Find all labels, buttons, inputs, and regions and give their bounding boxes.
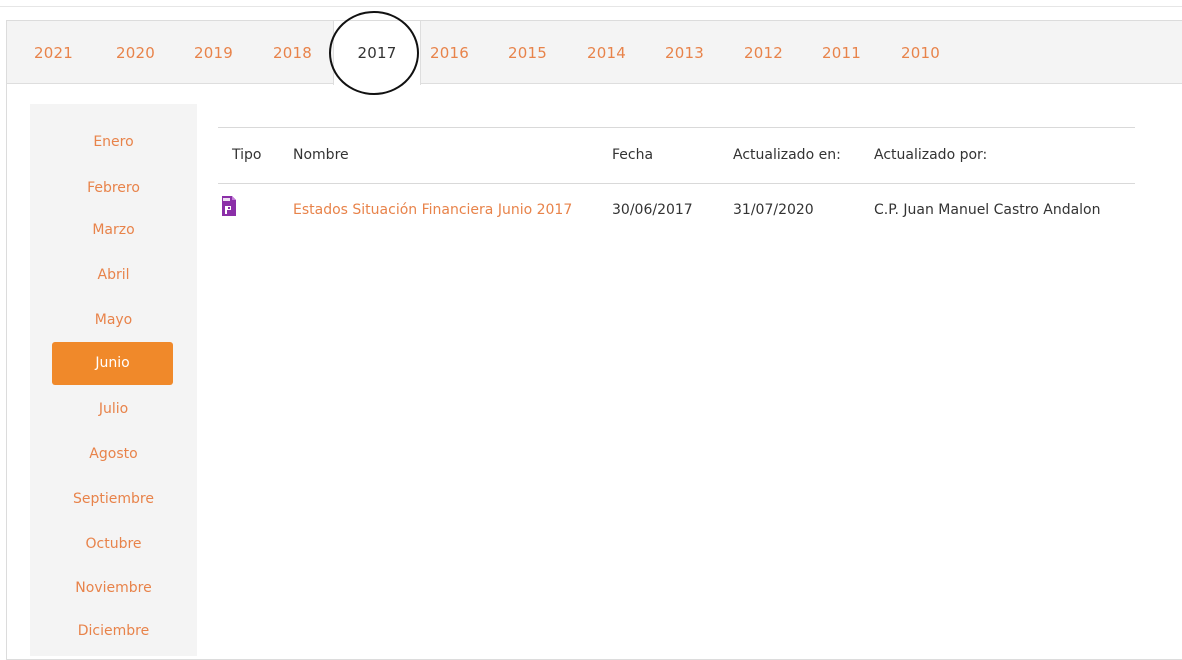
pdf-file-icon[interactable] [221,195,237,217]
tab-2020[interactable]: 2020 [116,44,155,62]
month-noviembre[interactable]: Noviembre [30,580,197,596]
table-top-rule [218,127,1135,128]
month-sidebar: Enero Febrero Marzo Abril Mayo Junio Jul… [30,104,197,656]
tab-2018[interactable]: 2018 [273,44,312,62]
document-updated-by: C.P. Juan Manuel Castro Andalon [874,202,1101,218]
month-junio[interactable]: Junio [52,342,173,385]
header-actualizado-por: Actualizado por: [874,147,988,163]
tab-2011[interactable]: 2011 [822,44,861,62]
tab-2010[interactable]: 2010 [901,44,940,62]
month-diciembre[interactable]: Diciembre [30,623,197,639]
month-marzo[interactable]: Marzo [30,222,197,238]
year-tabbar: 2021 2020 2019 2018 2017 2016 2015 2014 … [7,21,1182,85]
tab-2012[interactable]: 2012 [744,44,783,62]
header-tipo: Tipo [232,147,262,163]
month-mayo[interactable]: Mayo [30,312,197,328]
month-septiembre[interactable]: Septiembre [30,491,197,507]
month-enero[interactable]: Enero [30,134,197,150]
tab-2014[interactable]: 2014 [587,44,626,62]
tab-2016[interactable]: 2016 [430,44,469,62]
month-julio[interactable]: Julio [30,401,197,417]
top-divider [0,0,1182,7]
month-febrero[interactable]: Febrero [30,180,197,196]
tab-2017[interactable]: 2017 [333,21,421,85]
month-octubre[interactable]: Octubre [30,536,197,552]
month-abril[interactable]: Abril [30,267,197,283]
header-actualizado-en: Actualizado en: [733,147,841,163]
header-divider [218,183,1135,184]
document-date: 30/06/2017 [612,202,693,218]
tab-2015[interactable]: 2015 [508,44,547,62]
header-fecha: Fecha [612,147,654,163]
month-agosto[interactable]: Agosto [30,446,197,462]
tab-2021[interactable]: 2021 [34,44,73,62]
tab-2019[interactable]: 2019 [194,44,233,62]
document-updated-on: 31/07/2020 [733,202,814,218]
document-name-link[interactable]: Estados Situación Financiera Junio 2017 [293,202,572,218]
header-nombre: Nombre [293,147,349,163]
tab-2013[interactable]: 2013 [665,44,704,62]
